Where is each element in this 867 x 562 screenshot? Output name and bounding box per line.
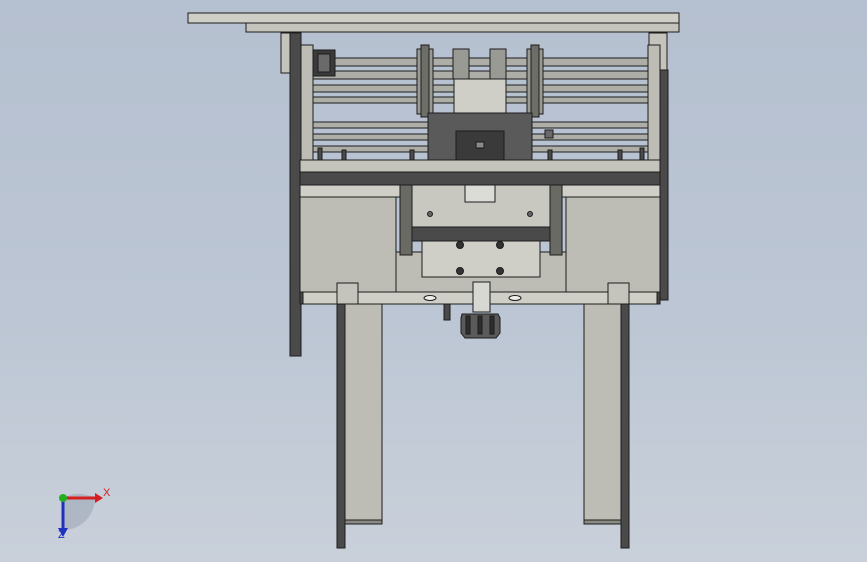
right-support-leg	[583, 303, 630, 549]
lift-mechanism	[399, 184, 563, 278]
top-cover-plate	[187, 12, 680, 33]
timing-pulley	[312, 49, 336, 77]
axis-x-label: X	[103, 487, 111, 499]
cad-viewport[interactable]: X Z	[0, 0, 867, 562]
axis-z-label: Z	[58, 529, 65, 541]
left-support-leg	[336, 303, 383, 549]
machine-assembly-front-view	[58, 12, 680, 549]
